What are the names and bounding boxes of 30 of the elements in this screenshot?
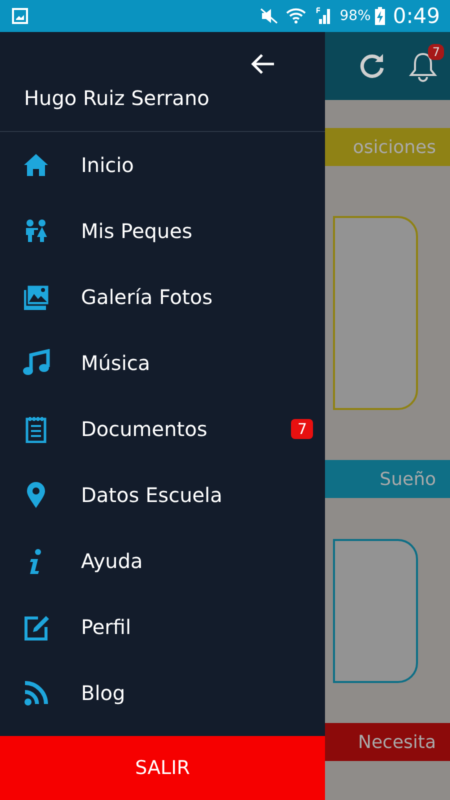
pictures-icon (22, 283, 50, 311)
notification-badge: 7 (428, 44, 444, 60)
menu-item[interactable]: Música (0, 330, 325, 396)
menu-item[interactable]: Galería Fotos (0, 264, 325, 330)
user-name: Hugo Ruiz Serrano (24, 86, 210, 110)
battery-percent: 98% (340, 8, 371, 24)
music-note-icon (22, 349, 50, 377)
menu-item[interactable]: Ayuda (0, 528, 325, 594)
section-header: Necesita (325, 723, 450, 761)
logout-button[interactable]: SALIR (0, 736, 325, 800)
section-header: osiciones (325, 128, 450, 166)
edit-icon (22, 613, 50, 641)
rss-icon (22, 679, 50, 707)
menu-item[interactable]: Documentos 7 (0, 396, 325, 462)
menu-item[interactable]: Datos Escuela (0, 462, 325, 528)
menu-item[interactable]: Blog (0, 660, 325, 726)
clock-time: 0:49 (392, 4, 440, 28)
refresh-icon[interactable] (358, 52, 386, 80)
image-icon (12, 8, 28, 24)
signal-icon (314, 7, 332, 25)
home-icon (22, 151, 50, 179)
wifi-icon (286, 8, 306, 24)
back-arrow-icon[interactable] (250, 53, 276, 75)
menu-item[interactable]: Inicio (0, 132, 325, 198)
menu-item[interactable]: Mis Peques (0, 198, 325, 264)
count-badge: 7 (291, 419, 313, 439)
section-header: Sueño (325, 460, 450, 498)
menu-item[interactable]: Perfil (0, 594, 325, 660)
battery-icon (374, 7, 385, 25)
mute-icon (260, 8, 278, 24)
